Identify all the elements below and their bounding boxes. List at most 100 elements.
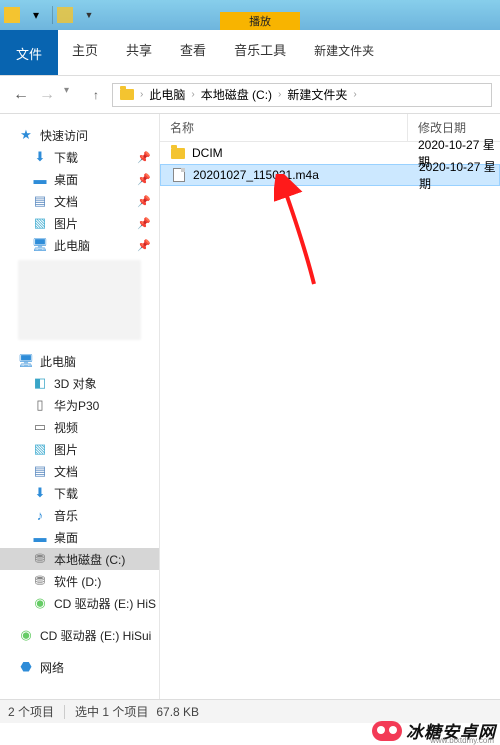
sidebar-item-this-pc[interactable]: 🖥 此电脑 — [0, 350, 159, 372]
app-folder-icon — [4, 7, 20, 23]
tab-music-tools[interactable]: 播放 音乐工具 — [220, 30, 300, 75]
file-row[interactable]: 20201027_115021.m4a 2020-10-27 星期 — [160, 164, 500, 186]
watermark-logo-icon — [372, 721, 402, 741]
drive-icon: ⛃ — [32, 551, 48, 567]
status-selected: 选中 1 个项目 — [75, 703, 148, 720]
sidebar-item-label: 图片 — [54, 215, 78, 232]
sidebar-item-label: 网络 — [40, 659, 64, 676]
sidebar-item-desktop2[interactable]: ▬ 桌面 — [0, 526, 159, 548]
history-dropdown[interactable]: ▾ — [64, 85, 76, 105]
file-date: 2020-10-27 星期 — [409, 158, 499, 192]
separator — [52, 6, 53, 24]
ribbon-tabs: 文件 主页 共享 查看 播放 音乐工具 新建文件夹 — [0, 30, 500, 76]
qat-folder-icon[interactable] — [57, 7, 73, 23]
phone-icon: ▯ — [32, 397, 48, 413]
sidebar-item-quick-access[interactable]: ★ 快速访问 — [0, 124, 159, 146]
file-name: 20201027_115021.m4a — [193, 168, 319, 182]
sidebar-item-label: 此电脑 — [54, 237, 90, 254]
qat-button[interactable]: ▾ — [26, 8, 46, 22]
forward-button[interactable]: → — [34, 82, 60, 108]
sidebar-item-label: 文档 — [54, 463, 78, 480]
sidebar-item-label: CD 驱动器 (E:) HiS — [54, 595, 156, 612]
sidebar-item-label: 华为P30 — [54, 397, 99, 414]
sidebar-item-documents2[interactable]: ▤ 文档 — [0, 460, 159, 482]
sidebar-item-music[interactable]: ♪ 音乐 — [0, 504, 159, 526]
sidebar-item-huawei[interactable]: ▯ 华为P30 — [0, 394, 159, 416]
status-count: 2 个项目 — [8, 703, 54, 720]
pin-icon: 📌 — [137, 239, 151, 252]
cd-icon: ◉ — [32, 595, 48, 611]
breadcrumb-item[interactable]: 新建文件夹 — [284, 86, 350, 103]
sidebar-item-downloads[interactable]: ⬇ 下载 📌 — [0, 146, 159, 168]
address-bar[interactable]: › 此电脑 › 本地磁盘 (C:) › 新建文件夹 › — [112, 83, 492, 107]
folder-icon — [170, 145, 186, 161]
download-icon: ⬇ — [32, 149, 48, 165]
tab-home[interactable]: 主页 — [58, 30, 112, 75]
breadcrumb-item[interactable]: 此电脑 — [146, 86, 188, 103]
video-icon: ▭ — [32, 419, 48, 435]
drive-icon: ⛃ — [32, 573, 48, 589]
chevron-right-icon: › — [275, 89, 284, 100]
sidebar-item-3d-objects[interactable]: ◧ 3D 对象 — [0, 372, 159, 394]
tab-share[interactable]: 共享 — [112, 30, 166, 75]
pin-icon: 📌 — [137, 217, 151, 230]
picture-icon: ▧ — [32, 215, 48, 231]
sidebar-item-label: 图片 — [54, 441, 78, 458]
window-title: 新建文件夹 — [300, 30, 388, 75]
separator — [64, 705, 65, 719]
sidebar-item-label: 软件 (D:) — [54, 573, 101, 590]
sidebar-item-local-d[interactable]: ⛃ 软件 (D:) — [0, 570, 159, 592]
pin-icon: 📌 — [137, 151, 151, 164]
chevron-right-icon: › — [188, 89, 197, 100]
sidebar-item-local-c[interactable]: ⛃ 本地磁盘 (C:) — [0, 548, 159, 570]
sidebar-item-label: 文档 — [54, 193, 78, 210]
tab-view[interactable]: 查看 — [166, 30, 220, 75]
desktop-icon: ▬ — [32, 171, 48, 187]
sidebar-item-network[interactable]: ⬣ 网络 — [0, 656, 159, 678]
file-icon — [171, 167, 187, 183]
sidebar-item-cd-e[interactable]: ◉ CD 驱动器 (E:) HiS — [0, 592, 159, 614]
sidebar-item-this-pc-quick[interactable]: 🖥 此电脑 📌 — [0, 234, 159, 256]
cube-icon: ◧ — [32, 375, 48, 391]
qat-dropdown[interactable]: ▼ — [79, 8, 99, 22]
sidebar-item-videos[interactable]: ▭ 视频 — [0, 416, 159, 438]
sidebar-item-label: 本地磁盘 (C:) — [54, 551, 125, 568]
sidebar-item-documents[interactable]: ▤ 文档 📌 — [0, 190, 159, 212]
document-icon: ▤ — [32, 193, 48, 209]
download-icon: ⬇ — [32, 485, 48, 501]
sidebar-item-pictures2[interactable]: ▧ 图片 — [0, 438, 159, 460]
watermark-url: www.btxtdmy.com — [430, 736, 494, 745]
redacted-area — [18, 260, 141, 340]
status-size: 67.8 KB — [156, 705, 199, 719]
sidebar-item-label: 视频 — [54, 419, 78, 436]
chevron-right-icon: › — [137, 89, 146, 100]
back-button[interactable]: ← — [8, 82, 34, 108]
pc-icon: 🖥 — [32, 237, 48, 253]
tab-file[interactable]: 文件 — [0, 30, 58, 75]
sidebar-item-pictures[interactable]: ▧ 图片 📌 — [0, 212, 159, 234]
sidebar-item-label: 桌面 — [54, 529, 78, 546]
star-icon: ★ — [18, 127, 34, 143]
sidebar-item-label: 下载 — [54, 149, 78, 166]
sidebar-item-label: 快速访问 — [40, 127, 88, 144]
file-list-pane: 名称 修改日期 DCIM 2020-10-27 星期 20201027_1150… — [160, 114, 500, 714]
annotation-arrow — [274, 174, 334, 294]
up-button[interactable]: ↑ — [84, 83, 108, 107]
breadcrumb-pc-icon — [117, 89, 137, 100]
navigation-pane: ★ 快速访问 ⬇ 下载 📌 ▬ 桌面 📌 ▤ 文档 📌 ▧ 图片 📌 — [0, 114, 160, 714]
music-icon: ♪ — [32, 507, 48, 523]
content-area: ★ 快速访问 ⬇ 下载 📌 ▬ 桌面 📌 ▤ 文档 📌 ▧ 图片 📌 — [0, 114, 500, 714]
chevron-right-icon: › — [350, 89, 359, 100]
breadcrumb-item[interactable]: 本地磁盘 (C:) — [198, 86, 275, 103]
sidebar-item-label: CD 驱动器 (E:) HiSui — [40, 627, 151, 644]
sidebar-item-cd-e-2[interactable]: ◉ CD 驱动器 (E:) HiSui — [0, 624, 159, 646]
sidebar-item-downloads2[interactable]: ⬇ 下载 — [0, 482, 159, 504]
cd-icon: ◉ — [18, 627, 34, 643]
column-header-name[interactable]: 名称 — [160, 114, 408, 141]
nav-toolbar: ← → ▾ ↑ › 此电脑 › 本地磁盘 (C:) › 新建文件夹 › — [0, 76, 500, 114]
sidebar-item-label: 音乐 — [54, 507, 78, 524]
sidebar-item-label: 桌面 — [54, 171, 78, 188]
desktop-icon: ▬ — [32, 529, 48, 545]
sidebar-item-desktop[interactable]: ▬ 桌面 📌 — [0, 168, 159, 190]
pc-icon: 🖥 — [18, 353, 34, 369]
